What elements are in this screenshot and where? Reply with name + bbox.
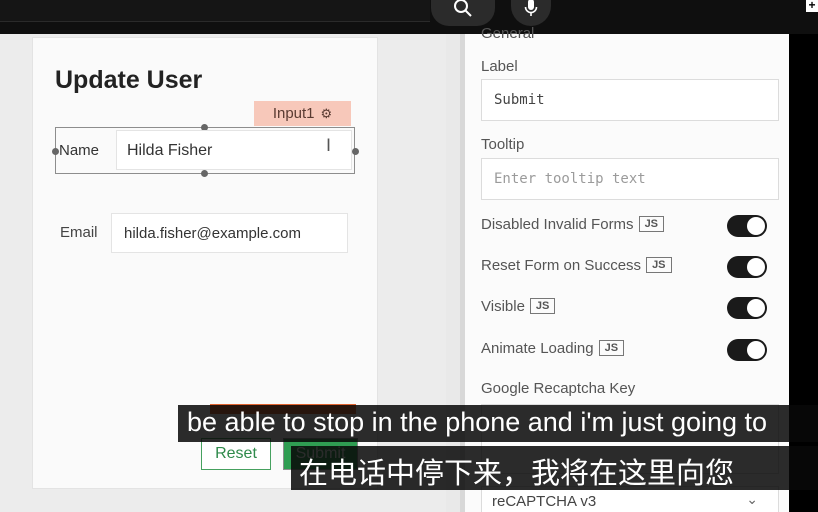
toggle-label: Reset Form on Success JS [481,257,672,274]
chevron-down-icon: ⌄ [746,491,758,507]
recaptcha-type-value: reCAPTCHA v3 [492,493,597,510]
toggle-row-disabled-invalid-forms: Disabled Invalid Forms JS [481,214,771,238]
toggle-label: Visible JS [481,298,556,315]
toggle-switch[interactable] [727,215,767,237]
email-input[interactable]: hilda.fisher@example.com [111,213,348,253]
recaptcha-key-title: Google Recaptcha Key [481,380,636,397]
tab-strip [0,0,430,22]
label-field-title: Label [481,58,518,75]
tooltip-field-title: Tooltip [481,136,525,153]
selected-input-widget[interactable]: Name Hilda Fisher I [52,124,359,177]
gear-icon[interactable]: ⚙ [321,106,333,122]
name-label: Name [59,142,100,159]
toggle-label: Disabled Invalid Forms JS [481,216,665,233]
form-title: Update User [55,66,203,94]
search-icon [454,0,472,17]
section-heading-general: General [481,25,535,42]
js-badge[interactable]: JS [529,298,556,314]
search-button[interactable] [431,0,495,26]
resize-handle-right[interactable] [352,148,359,155]
name-input[interactable]: Hilda Fisher [116,130,352,170]
text-cursor-icon: I [326,136,332,156]
reset-button[interactable]: Reset [201,438,271,470]
toggle-switch[interactable] [727,256,767,278]
microphone-icon [524,0,538,16]
js-badge[interactable]: JS [646,257,672,273]
microphone-button[interactable] [511,0,551,26]
resize-handle-left[interactable] [52,148,59,155]
toggle-switch[interactable] [727,297,767,319]
widget-name-tag[interactable]: Input1 ⚙ [254,101,351,126]
tooltip-field-input[interactable]: Enter tooltip text [481,158,779,200]
toggle-row-visible: Visible JS [481,296,771,320]
js-badge[interactable]: JS [598,340,625,356]
toggle-switch[interactable] [727,339,767,361]
add-icon[interactable]: + [806,0,818,12]
resize-handle-bottom[interactable] [201,170,208,177]
toggle-label: Animate Loading JS [481,340,625,357]
browser-top-bar: + [0,0,818,34]
subtitle-english: be able to stop in the phone and i'm jus… [178,405,818,442]
label-field-input[interactable]: Submit [481,79,779,121]
email-label: Email [60,224,98,241]
toggle-row-animate-loading: Animate Loading JS [481,338,771,362]
toggle-row-reset-form-on-success: Reset Form on Success JS [481,255,771,279]
widget-name-label: Input1 [272,105,315,122]
js-badge[interactable]: JS [638,216,665,232]
subtitle-chinese: 在电话中停下来，我将在这里向您 [291,446,818,490]
